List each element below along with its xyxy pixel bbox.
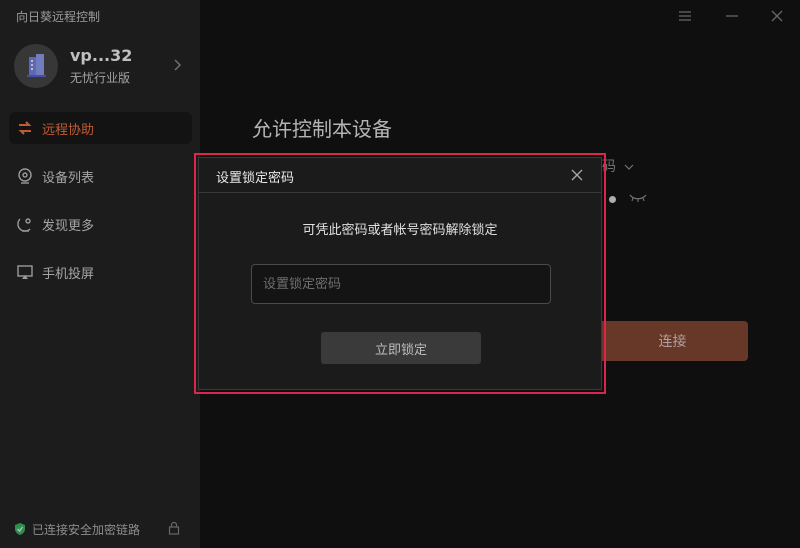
status-text: 已连接安全加密链路 xyxy=(32,522,141,537)
lock-password-input[interactable] xyxy=(251,264,551,304)
password-label-fragment: 码 xyxy=(602,156,635,176)
sidebar-item-discover[interactable]: 发现更多 xyxy=(9,208,192,240)
dialog-description: 可凭此密码或者帐号密码解除锁定 xyxy=(302,223,498,238)
profile-plan: 无忧行业版 xyxy=(70,71,131,85)
masked-password-dot xyxy=(609,196,616,203)
lock-now-button[interactable]: 立即锁定 xyxy=(321,332,481,364)
shield-check-icon xyxy=(15,523,25,535)
close-window-icon[interactable] xyxy=(769,8,785,24)
sidebar-item-remote-assist[interactable]: 远程协助 xyxy=(9,112,192,144)
chevron-down-icon[interactable] xyxy=(623,162,635,172)
menu-icon[interactable] xyxy=(677,8,693,24)
connection-status: 已连接安全加密链路 xyxy=(14,520,194,538)
sidebar-item-label: 设备列表 xyxy=(42,170,95,186)
screen-cast-icon xyxy=(16,263,34,281)
eye-closed-icon[interactable] xyxy=(628,192,648,204)
sidebar-item-label: 发现更多 xyxy=(42,218,95,234)
avatar xyxy=(14,44,58,88)
sidebar-item-label: 手机投屏 xyxy=(42,266,95,282)
dialog-title: 设置锁定密码 xyxy=(216,171,295,186)
app-title: 向日葵远程控制 xyxy=(16,10,101,24)
profile-name: vp...32 xyxy=(70,46,133,65)
chevron-right-icon[interactable] xyxy=(172,58,182,72)
profile-card[interactable]: vp...32 无忧行业版 xyxy=(14,44,190,90)
building-icon xyxy=(27,54,46,77)
connect-button[interactable]: 连接 xyxy=(597,321,748,361)
lock-password-dialog: 设置锁定密码 可凭此密码或者帐号密码解除锁定 立即锁定 xyxy=(198,157,602,390)
sidebar-item-label: 远程协助 xyxy=(42,122,95,138)
lock-icon[interactable] xyxy=(168,521,180,535)
minimize-icon[interactable] xyxy=(724,8,740,24)
close-icon[interactable] xyxy=(570,168,584,182)
sidebar: 向日葵远程控制 vp...32 无忧行业版 远程协助 设备列表 发现更多 手机投… xyxy=(0,0,200,548)
device-list-icon xyxy=(16,167,34,185)
dialog-header: 设置锁定密码 xyxy=(199,158,601,193)
remote-assist-icon xyxy=(16,119,34,137)
page-title: 允许控制本设备 xyxy=(252,117,392,141)
discover-icon xyxy=(16,215,34,233)
sidebar-item-device-list[interactable]: 设备列表 xyxy=(9,160,192,192)
sidebar-item-screen-cast[interactable]: 手机投屏 xyxy=(9,256,192,288)
